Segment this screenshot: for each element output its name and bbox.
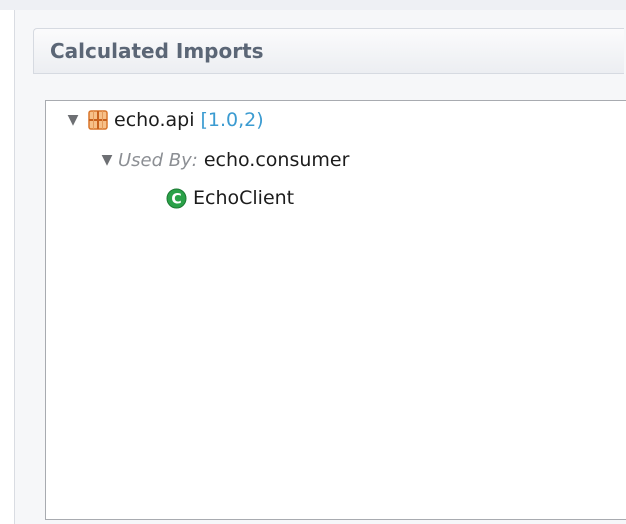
section-title: Calculated Imports [50,39,264,63]
tree-row-package[interactable]: ▼ echo.api [1.0,2) [64,107,264,133]
expand-triangle-icon[interactable]: ▼ [64,112,82,128]
used-by-label: Used By: [118,149,198,171]
calculated-imports-panel: Calculated Imports ▼ echo.api [1.0,2) ▼ … [0,0,626,524]
package-icon [88,110,108,130]
svg-text:C: C [171,191,181,207]
imports-tree[interactable]: ▼ echo.api [1.0,2) ▼ Used By: echo.consu… [45,100,626,520]
tree-row-class[interactable]: C EchoClient [166,185,294,211]
top-strip [0,0,626,10]
class-name: EchoClient [193,187,295,209]
expand-triangle-icon[interactable]: ▼ [98,152,116,168]
tree-row-used-by[interactable]: ▼ Used By: echo.consumer [98,147,350,173]
class-icon: C [166,188,187,208]
package-name: echo.api [114,109,195,131]
consumer-bundle-name: echo.consumer [203,149,350,171]
section-header[interactable]: Calculated Imports [33,28,624,74]
version-range: [1.0,2) [200,109,264,131]
